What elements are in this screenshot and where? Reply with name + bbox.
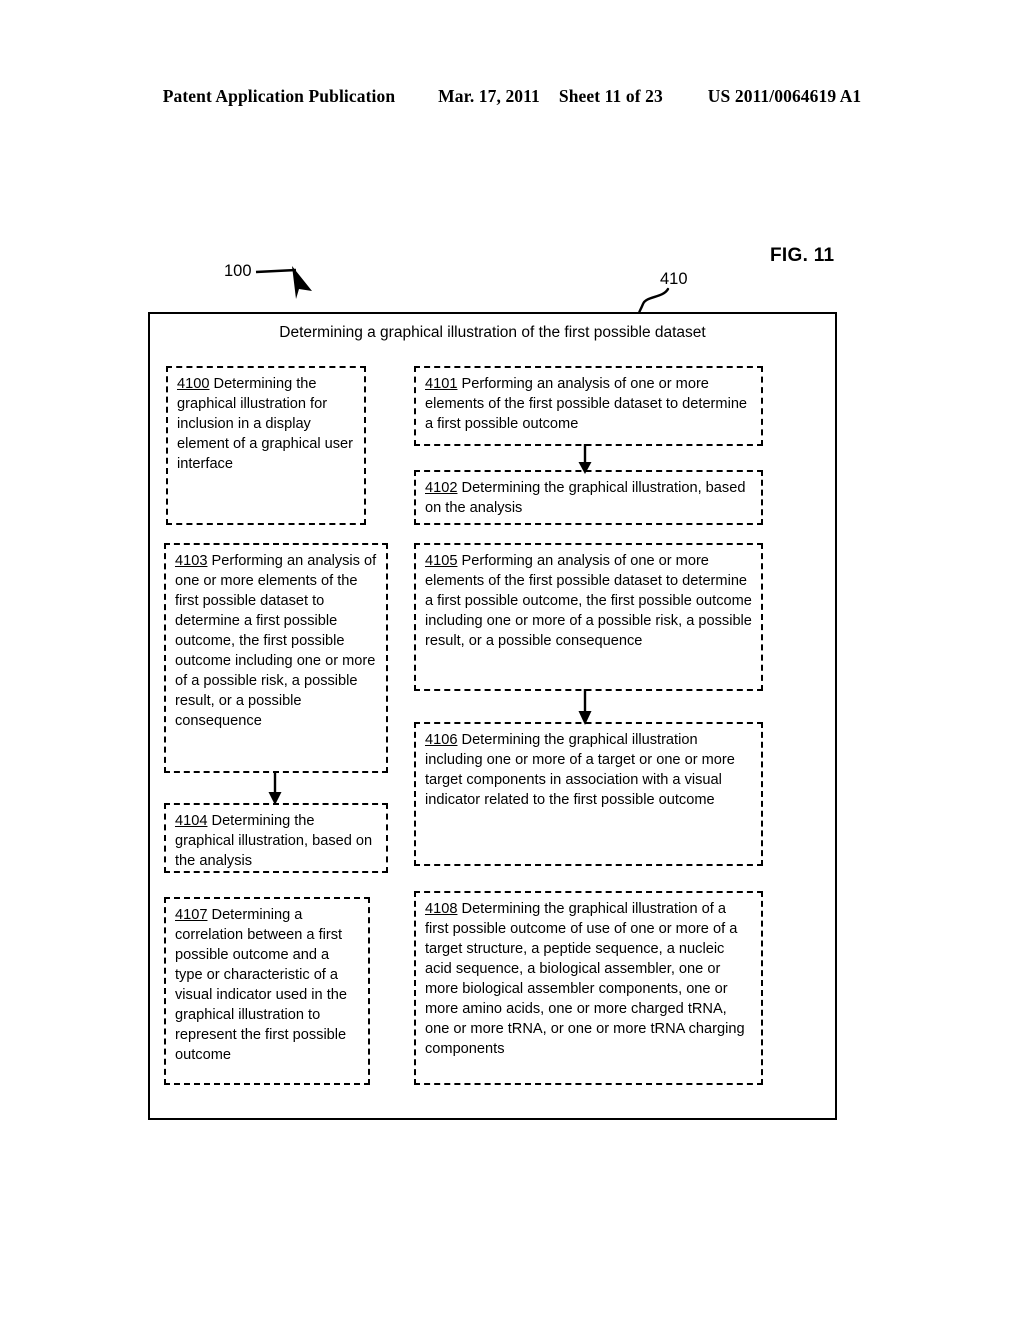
step-text-4108: Determining the graphical illustration o… — [425, 901, 745, 1057]
step-number-4107: 4107 — [175, 907, 208, 923]
reference-numeral-100: 100 — [224, 262, 252, 280]
step-number-4102: 4102 — [425, 480, 458, 496]
step-number-4105: 4105 — [425, 553, 458, 569]
step-text-4103: Performing an analysis of one or more el… — [175, 553, 377, 729]
step-text-4101: Performing an analysis of one or more el… — [425, 376, 748, 432]
step-text-4105: Performing an analysis of one or more el… — [425, 553, 752, 649]
step-number-4108: 4108 — [425, 901, 458, 917]
step-box-4105[interactable]: 4105 Performing an analysis of one or mo… — [414, 543, 763, 691]
step-number-4106: 4106 — [425, 732, 458, 748]
step-box-4100[interactable]: 4100 Determining the graphical illustrat… — [166, 366, 366, 525]
figure-label: FIG. 11 — [770, 245, 835, 266]
step-number-4103: 4103 — [175, 553, 208, 569]
header-sheet-number: Sheet 11 of 23 — [558, 86, 663, 106]
page-header: Patent Application Publication Mar. 17, … — [0, 86, 1024, 107]
step-box-4103[interactable]: 4103 Performing an analysis of one or mo… — [164, 543, 388, 773]
header-date: Mar. 17, 2011 — [438, 86, 540, 106]
step-number-4104: 4104 — [175, 813, 208, 829]
step-text-4106: Determining the graphical illustration i… — [425, 732, 735, 808]
header-publication-label: Patent Application Publication — [162, 86, 396, 106]
step-text-4102: Determining the graphical illustration, … — [425, 480, 746, 516]
step-number-4100: 4100 — [177, 376, 210, 392]
step-box-4102[interactable]: 4102 Determining the graphical illustrat… — [414, 470, 763, 525]
step-box-4106[interactable]: 4106 Determining the graphical illustrat… — [414, 722, 763, 866]
step-box-4101[interactable]: 4101 Performing an analysis of one or mo… — [414, 366, 763, 446]
outer-box-title: Determining a graphical illustration of … — [279, 324, 706, 341]
header-patent-number: US 2011/0064619 A1 — [707, 86, 862, 106]
step-box-4107[interactable]: 4107 Determining a correlation between a… — [164, 897, 370, 1085]
step-number-4101: 4101 — [425, 376, 458, 392]
step-box-4104[interactable]: 4104 Determining the graphical illustrat… — [164, 803, 388, 873]
step-text-4107: Determining a correlation between a firs… — [175, 907, 347, 1063]
leader-arrowhead-100 — [292, 266, 312, 299]
leader-line-410 — [637, 287, 670, 315]
leader-line-100 — [255, 268, 297, 274]
step-box-4108[interactable]: 4108 Determining the graphical illustrat… — [414, 891, 763, 1085]
reference-numeral-410: 410 — [660, 270, 688, 288]
